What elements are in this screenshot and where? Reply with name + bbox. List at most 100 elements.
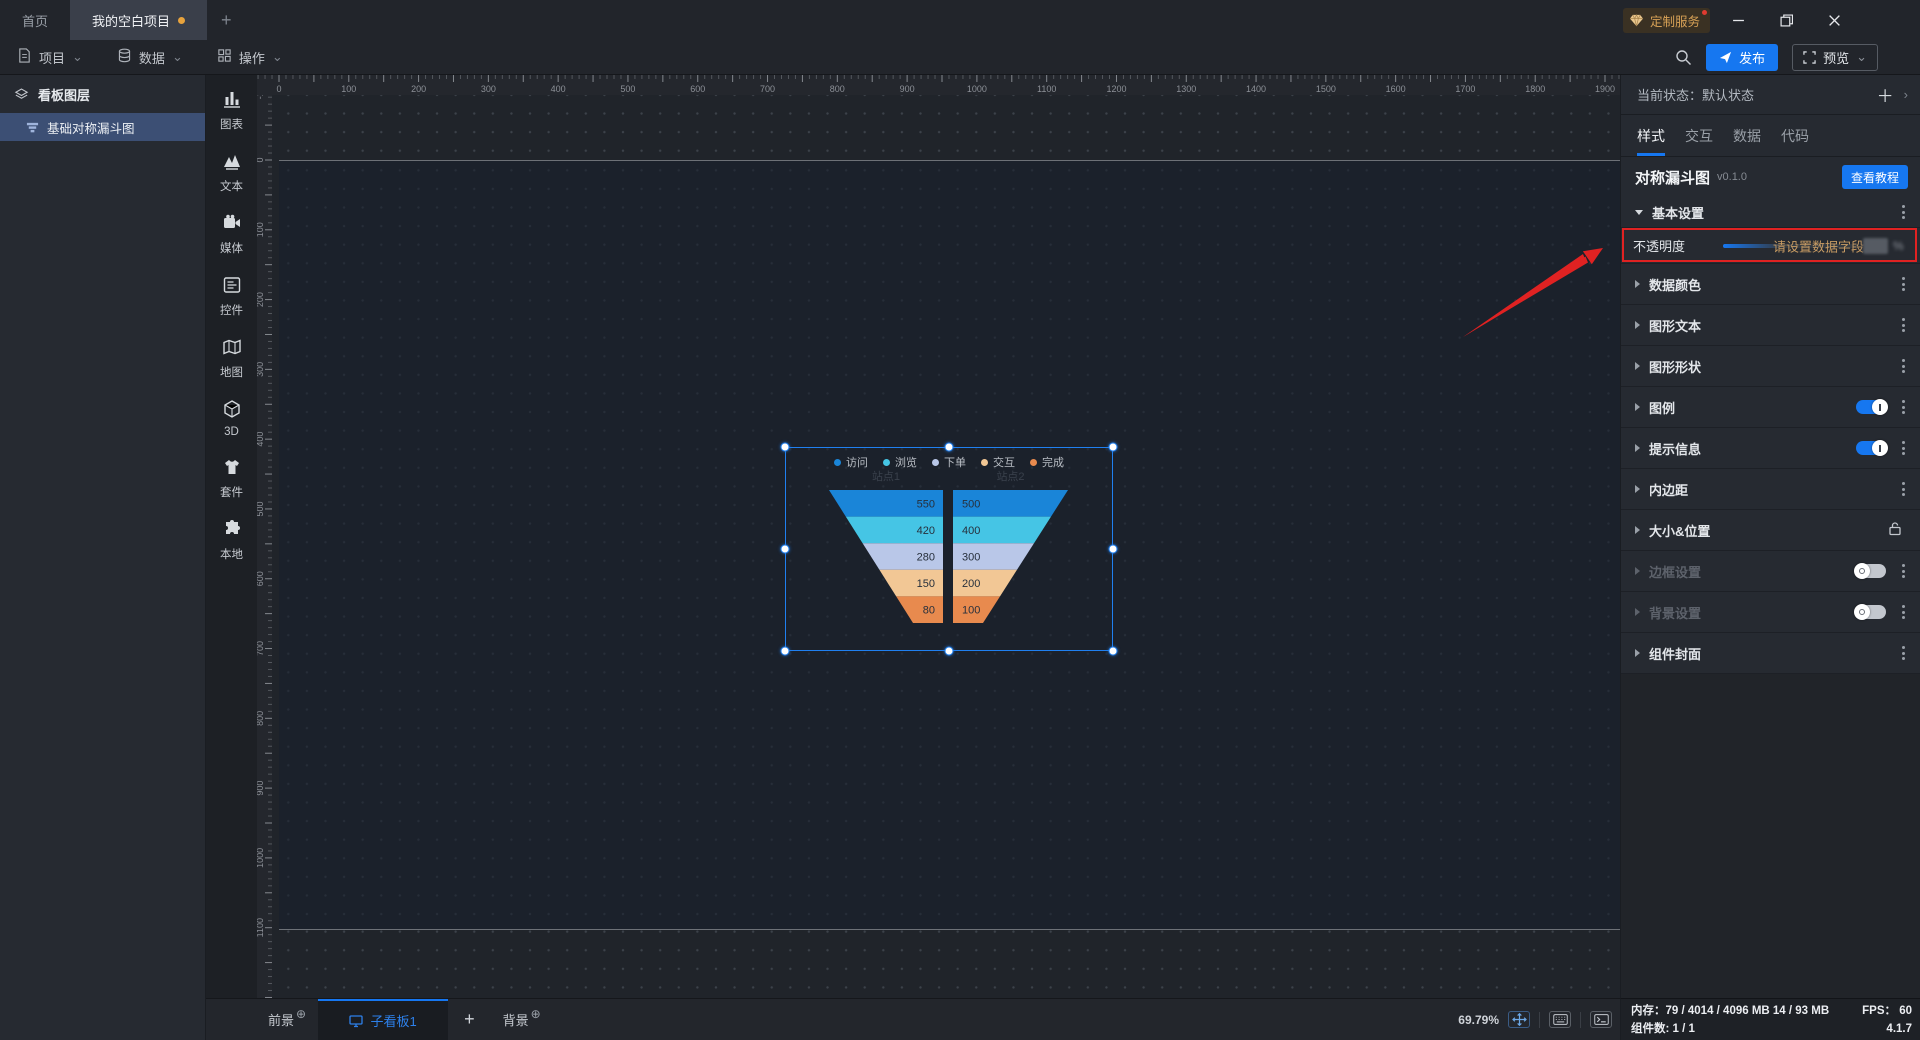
restore-button[interactable] bbox=[1766, 0, 1806, 40]
custom-service-badge[interactable]: 定制服务 bbox=[1622, 7, 1710, 33]
background-group[interactable]: 背景 ⊕ bbox=[491, 999, 553, 1040]
section-menu-icon[interactable] bbox=[1894, 480, 1912, 498]
svg-text:1000: 1000 bbox=[967, 84, 987, 94]
preview-button[interactable]: 预览 ⌄ bbox=[1792, 43, 1878, 71]
funnel-chart-component[interactable]: 访问 浏览 下单 交互 完成 站点1 站点2 550 500 420 400 280 300 150 20… bbox=[780, 442, 1118, 656]
section-menu-icon[interactable] bbox=[1894, 439, 1912, 457]
section-8[interactable]: 背景设置 bbox=[1621, 592, 1920, 633]
toggle-off[interactable] bbox=[1854, 563, 1886, 579]
resize-handle-e[interactable] bbox=[1108, 544, 1118, 554]
svg-text:280: 280 bbox=[917, 552, 935, 564]
add-state-button[interactable]: ＋ bbox=[1867, 82, 1904, 107]
section-menu-icon[interactable] bbox=[1894, 275, 1912, 293]
menu-item-0[interactable]: 项目 ⌄ bbox=[0, 40, 100, 74]
add-background-icon[interactable]: ⊕ bbox=[531, 1007, 541, 1021]
resize-handle-sw[interactable] bbox=[780, 646, 790, 656]
add-foreground-icon[interactable]: ⊕ bbox=[296, 1007, 306, 1021]
section-3[interactable]: 图例 bbox=[1621, 387, 1920, 428]
inspector-sections: 数据颜色 图形文本 图形形状 图例 提示信息 内边距 大小&位置 边框设置 背景设置 组件封面 bbox=[1621, 263, 1920, 674]
tab-interaction[interactable]: 交互 bbox=[1685, 115, 1713, 156]
svg-text:300: 300 bbox=[962, 552, 980, 564]
foreground-group[interactable]: 前景 ⊕ bbox=[256, 999, 318, 1040]
tool-7[interactable]: 本地 bbox=[206, 517, 257, 564]
tool-6[interactable]: 套件 bbox=[206, 455, 257, 502]
resize-handle-s[interactable] bbox=[944, 646, 954, 656]
tool-0[interactable]: 图表 bbox=[206, 87, 257, 134]
legend-item-1[interactable]: 浏览 bbox=[883, 454, 917, 470]
section-1[interactable]: 图形文本 bbox=[1621, 305, 1920, 346]
tool-2[interactable]: 媒体 bbox=[206, 211, 257, 258]
canvas[interactable]: 0 100 200 300 400 500 600 700 800 900 1000 1100 1200… bbox=[257, 75, 1620, 998]
legend-item-0[interactable]: 访问 bbox=[834, 454, 868, 470]
resize-handle-w[interactable] bbox=[780, 544, 790, 554]
svg-text:500: 500 bbox=[962, 498, 980, 510]
tool-4[interactable]: 地图 bbox=[206, 335, 257, 382]
paper-plane-icon bbox=[1719, 51, 1732, 63]
current-state-value: 默认状态 bbox=[1702, 88, 1755, 103]
layers-panel: 看板图层 基础对称漏斗图 bbox=[0, 75, 206, 1040]
opacity-value-input[interactable] bbox=[1863, 237, 1888, 254]
tab-code[interactable]: 代码 bbox=[1781, 115, 1809, 156]
project-tab-1[interactable]: 我的空白项目 bbox=[70, 0, 208, 40]
toggle-on[interactable] bbox=[1856, 440, 1888, 456]
expand-states-icon[interactable]: › bbox=[1904, 87, 1908, 102]
toggle-off[interactable] bbox=[1854, 604, 1886, 620]
resize-handle-n[interactable] bbox=[944, 442, 954, 452]
svg-text:100: 100 bbox=[257, 222, 265, 237]
section-menu-icon[interactable] bbox=[1894, 316, 1912, 334]
tab-style[interactable]: 样式 bbox=[1637, 115, 1665, 156]
menu-item-2[interactable]: 操作 ⌄ bbox=[200, 40, 300, 74]
new-tab-button[interactable]: + bbox=[207, 0, 246, 40]
section-menu-icon[interactable] bbox=[1894, 357, 1912, 375]
section-menu-icon[interactable] bbox=[1894, 203, 1912, 221]
section-4[interactable]: 提示信息 bbox=[1621, 428, 1920, 469]
widget-icon bbox=[222, 275, 242, 298]
console-icon[interactable] bbox=[1590, 1011, 1612, 1028]
toggle-on[interactable] bbox=[1856, 399, 1888, 415]
current-state-label: 当前状态： bbox=[1637, 88, 1703, 103]
opacity-setting-row[interactable]: 不透明度 请设置数据字段 % bbox=[1621, 228, 1920, 263]
section-5[interactable]: 内边距 bbox=[1621, 469, 1920, 510]
section-7[interactable]: 边框设置 bbox=[1621, 551, 1920, 592]
resize-handle-nw[interactable] bbox=[780, 442, 790, 452]
vertical-ruler: -100010020030040050060070080090010001100 bbox=[257, 75, 272, 998]
opacity-label: 不透明度 bbox=[1633, 239, 1686, 254]
search-icon[interactable] bbox=[1675, 49, 1692, 66]
keyboard-shortcuts-icon[interactable] bbox=[1549, 1011, 1571, 1028]
close-button[interactable] bbox=[1814, 0, 1854, 40]
resize-handle-se[interactable] bbox=[1108, 646, 1118, 656]
section-6[interactable]: 大小&位置 bbox=[1621, 510, 1920, 551]
svg-text:300: 300 bbox=[481, 84, 496, 94]
tab-data[interactable]: 数据 bbox=[1733, 115, 1761, 156]
resize-handle-ne[interactable] bbox=[1108, 442, 1118, 452]
svg-text:200: 200 bbox=[962, 578, 980, 590]
svg-text:1900: 1900 bbox=[1595, 84, 1615, 94]
lock-icon[interactable] bbox=[1888, 521, 1902, 539]
section-9[interactable]: 组件封面 bbox=[1621, 633, 1920, 674]
fit-screen-icon[interactable] bbox=[1508, 1011, 1530, 1028]
section-menu-icon[interactable] bbox=[1894, 644, 1912, 662]
section-menu-icon[interactable] bbox=[1894, 603, 1912, 621]
view-tutorial-button[interactable]: 查看教程 bbox=[1841, 165, 1908, 189]
svg-text:1400: 1400 bbox=[1246, 84, 1266, 94]
tool-1[interactable]: 文本 bbox=[206, 149, 257, 196]
project-tab-0[interactable]: 首页 bbox=[0, 0, 70, 40]
tool-3[interactable]: 控件 bbox=[206, 273, 257, 320]
caret-right-icon bbox=[1635, 280, 1640, 288]
add-dashboard-button[interactable]: + bbox=[448, 999, 491, 1040]
section-menu-icon[interactable] bbox=[1894, 398, 1912, 416]
publish-button[interactable]: 发布 bbox=[1706, 43, 1779, 71]
caret-right-icon bbox=[1635, 403, 1640, 411]
tool-5[interactable]: 3D bbox=[206, 397, 257, 440]
layer-item-funnel[interactable]: 基础对称漏斗图 bbox=[0, 113, 205, 141]
legend-item-2[interactable]: 下单 bbox=[932, 454, 966, 470]
section-basic-settings[interactable]: 基本设置 bbox=[1621, 197, 1920, 228]
section-0[interactable]: 数据颜色 bbox=[1621, 264, 1920, 305]
tab-sub-dashboard[interactable]: 子看板1 bbox=[318, 999, 449, 1040]
minimize-button[interactable] bbox=[1718, 0, 1758, 40]
section-2[interactable]: 图形形状 bbox=[1621, 346, 1920, 387]
legend-item-3[interactable]: 交互 bbox=[981, 454, 1015, 470]
section-menu-icon[interactable] bbox=[1894, 562, 1912, 580]
menu-item-1[interactable]: 数据 ⌄ bbox=[100, 40, 200, 74]
legend-item-4[interactable]: 完成 bbox=[1030, 454, 1064, 470]
